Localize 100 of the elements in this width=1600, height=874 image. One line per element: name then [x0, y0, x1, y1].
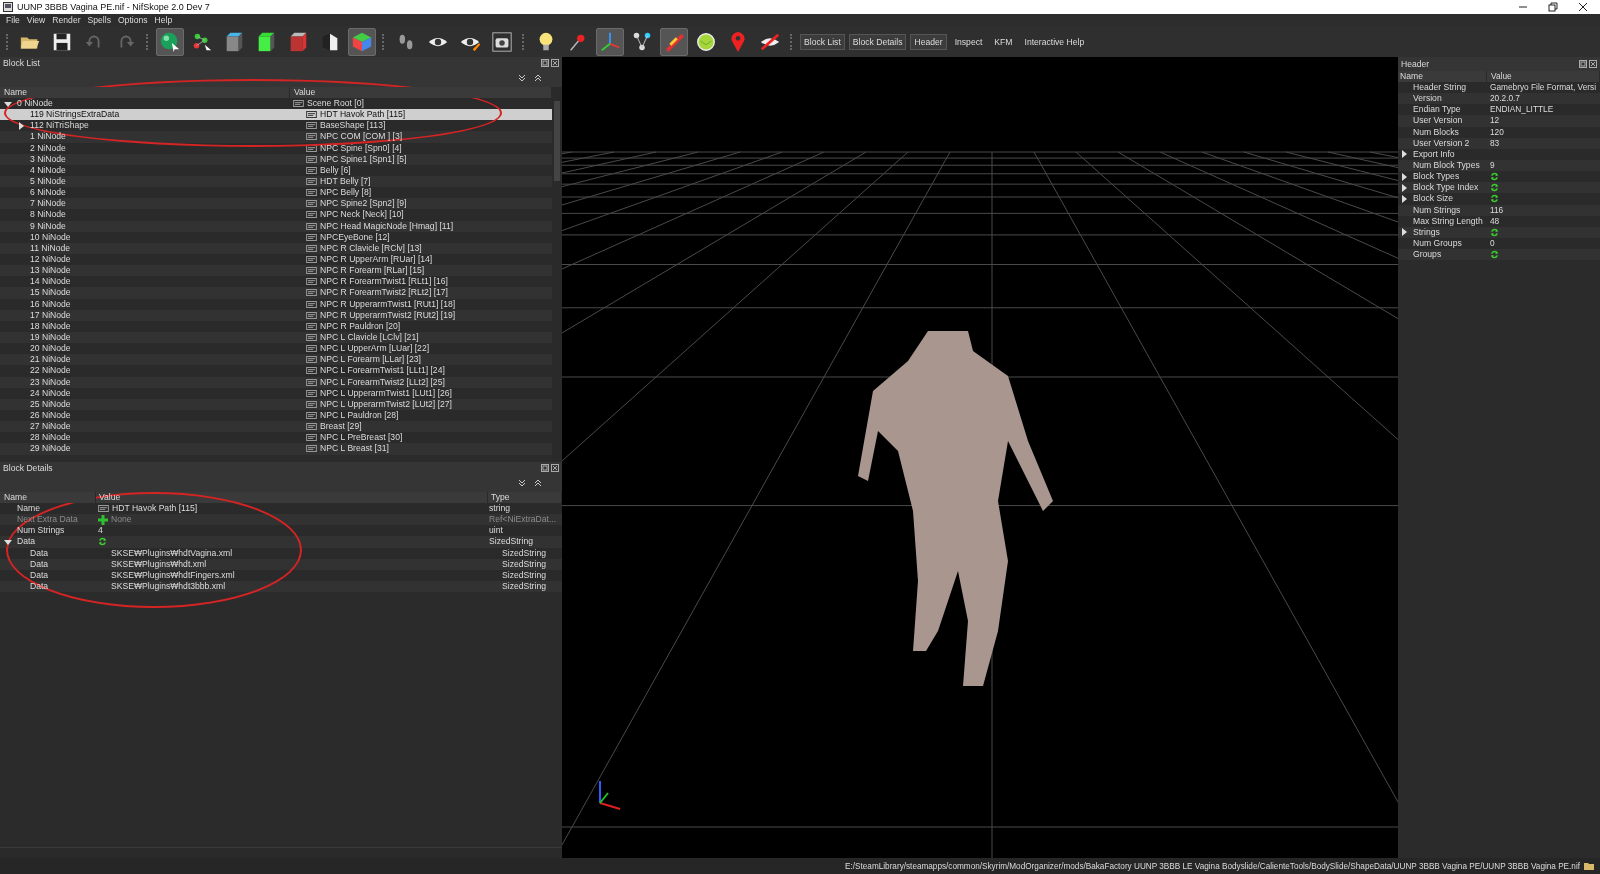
expand-arrow-down-icon[interactable]	[4, 99, 12, 108]
tree-row[interactable]: 7 NiNode NPC Spine2 [Spn2] [9]	[0, 198, 552, 210]
header-row[interactable]: Block Type Index	[1398, 182, 1600, 194]
tool-button[interactable]	[156, 27, 184, 56]
float-icon[interactable]	[541, 59, 549, 67]
string-icon	[306, 300, 317, 308]
tree-row[interactable]: 3 NiNode NPC Spine1 [Spn1] [5]	[0, 153, 552, 165]
string-icon	[306, 334, 317, 341]
expand-all-icon[interactable]	[518, 479, 526, 487]
tree-row[interactable]: 23 NiNode NPC L ForearmTwist2 [LLt2] [25]	[0, 376, 552, 388]
field-value: Gamebryo File Format, Versi	[1490, 82, 1597, 94]
field-value: 9	[1490, 160, 1495, 172]
field-name: Max String Length	[1413, 215, 1483, 227]
block-name: 15 NiNode	[30, 287, 71, 299]
expand-arrow-right-icon[interactable]	[17, 121, 25, 130]
block-value: NPC L UpperArm [LUar] [22]	[320, 343, 430, 355]
field-type: SizedString	[502, 569, 546, 580]
tree-row[interactable]: 13 NiNode NPC R Forearm [RLar] [15]	[0, 265, 552, 277]
expand-all-icon[interactable]	[518, 74, 526, 82]
block-value: NPC R UpperarmTwist2 [RUt2] [19]	[320, 309, 456, 321]
expand-arrow-right-icon[interactable]	[1400, 183, 1408, 192]
expand-arrow-down-icon[interactable]	[4, 538, 12, 546]
string-icon	[306, 412, 317, 419]
block-name: 8 NiNode	[30, 209, 66, 221]
float-icon[interactable]	[541, 464, 549, 472]
panel-toggle-button[interactable]: Block Details	[848, 33, 907, 50]
close-icon[interactable]	[1578, 2, 1588, 12]
menu-item[interactable]: Spells	[87, 15, 111, 25]
expand-arrow-right-icon[interactable]	[1400, 172, 1408, 181]
field-type: SizedString	[502, 581, 546, 591]
block-value: NPC L UpperarmTwist2 [LUt2] [27]	[320, 398, 452, 410]
tool-button[interactable]	[348, 27, 376, 56]
block-name: 0 NiNode	[17, 98, 53, 110]
tree-row[interactable]: 9 NiNode NPC Head MagicNode [Hmag] [11]	[0, 220, 552, 232]
panel-toggle-button[interactable]: KFM	[990, 33, 1017, 50]
tree-row[interactable]: 119 NiStringsExtraData HDT Havok Path [115]	[0, 109, 552, 121]
tree-row[interactable]: 25 NiNode NPC L UpperarmTwist2 [LUt2] [27]	[0, 398, 552, 410]
expand-arrow-right-icon[interactable]	[1400, 228, 1408, 237]
collapse-all-icon[interactable]	[534, 74, 542, 82]
block-name: 9 NiNode	[30, 220, 66, 232]
menu-item[interactable]: Render	[52, 15, 81, 25]
tool-button[interactable]	[660, 27, 688, 56]
field-value: 120	[1490, 126, 1504, 138]
expand-arrow-right-icon[interactable]	[1400, 194, 1408, 203]
tree-row[interactable]: 1 NiNode NPC COM [COM ] [3]	[0, 131, 552, 143]
field-value: SKSE₩Plugins₩hdt3bbb.xml	[111, 581, 226, 593]
field-value: 4	[98, 525, 103, 537]
string-icon	[306, 233, 317, 241]
block-value: NPC L Pauldron [28]	[320, 410, 399, 421]
string-icon	[306, 400, 317, 408]
header-row[interactable]: Groups	[1398, 249, 1600, 261]
block-name: 18 NiNode	[30, 320, 71, 332]
plus-icon	[98, 514, 108, 525]
block-name: 26 NiNode	[30, 410, 71, 421]
block-name: 119 NiStringsExtraData	[30, 109, 120, 121]
field-type: string	[489, 503, 510, 513]
string-icon	[306, 423, 317, 431]
header-row[interactable]: Version 20.2.0.7	[1398, 93, 1600, 105]
header-row[interactable]: User Version 2 83	[1398, 137, 1600, 149]
tree-row[interactable]: 15 NiNode NPC R ForearmTwist2 [RLt2] [17]	[0, 287, 552, 299]
block-name: 4 NiNode	[30, 164, 66, 176]
field-name: Version	[1413, 93, 1442, 105]
panel-toggle-button[interactable]: Header	[910, 33, 947, 50]
panel-toggle-button[interactable]: Inspect	[950, 33, 987, 50]
menu-item[interactable]: Options	[117, 15, 148, 25]
app-icon	[3, 2, 13, 12]
tree-row[interactable]: 21 NiNode NPC L Forearm [LLar] [23]	[0, 354, 552, 366]
field-name: Data	[17, 536, 36, 548]
header-row[interactable]: Strings	[1398, 226, 1600, 238]
detail-row[interactable]: Data SKSE₩Plugins₩hdt.xml SizedString	[0, 558, 562, 570]
header-row[interactable]: Num Strings 116	[1398, 204, 1600, 216]
header-row[interactable]: User Version 12	[1398, 115, 1600, 127]
field-type: SizedString	[502, 547, 546, 558]
column-header[interactable]: Name	[1398, 71, 1487, 82]
axes-icon	[599, 30, 621, 53]
panel-toggle-button[interactable]: Block List	[800, 33, 845, 50]
field-value: 48	[1490, 215, 1500, 227]
menu-item[interactable]: View	[26, 15, 46, 25]
menu-item[interactable]: Help	[154, 15, 173, 25]
block-name: 6 NiNode	[30, 187, 66, 199]
float-icon[interactable]	[1579, 60, 1587, 68]
restore-icon[interactable]	[1548, 2, 1558, 12]
collapse-all-icon[interactable]	[534, 479, 542, 487]
refresh-icon	[1490, 172, 1499, 182]
tree-row[interactable]: 29 NiNode NPC L Breast [31]	[0, 443, 552, 455]
string-icon	[306, 289, 317, 297]
block-name: 20 NiNode	[30, 343, 71, 355]
expand-arrow-right-icon[interactable]	[1400, 150, 1408, 159]
tree-row[interactable]: 27 NiNode Breast [29]	[0, 421, 552, 433]
field-name: Block Types	[1413, 171, 1460, 183]
string-icon	[306, 256, 317, 264]
scrollbar[interactable]	[0, 847, 562, 858]
tree-row[interactable]: 11 NiNode NPC R Clavicle [RClv] [13]	[0, 242, 552, 254]
tree-row[interactable]: 17 NiNode NPC R UpperarmTwist2 [RUt2] [19]	[0, 309, 552, 321]
panel-toggle-button[interactable]: Interactive Help	[1020, 33, 1089, 50]
column-header[interactable]: Type	[488, 492, 562, 503]
menu-item[interactable]: File	[6, 15, 20, 25]
detail-row[interactable]: Data SizedString	[0, 536, 562, 548]
string-icon	[306, 166, 317, 174]
scrollbar[interactable]	[552, 87, 562, 462]
